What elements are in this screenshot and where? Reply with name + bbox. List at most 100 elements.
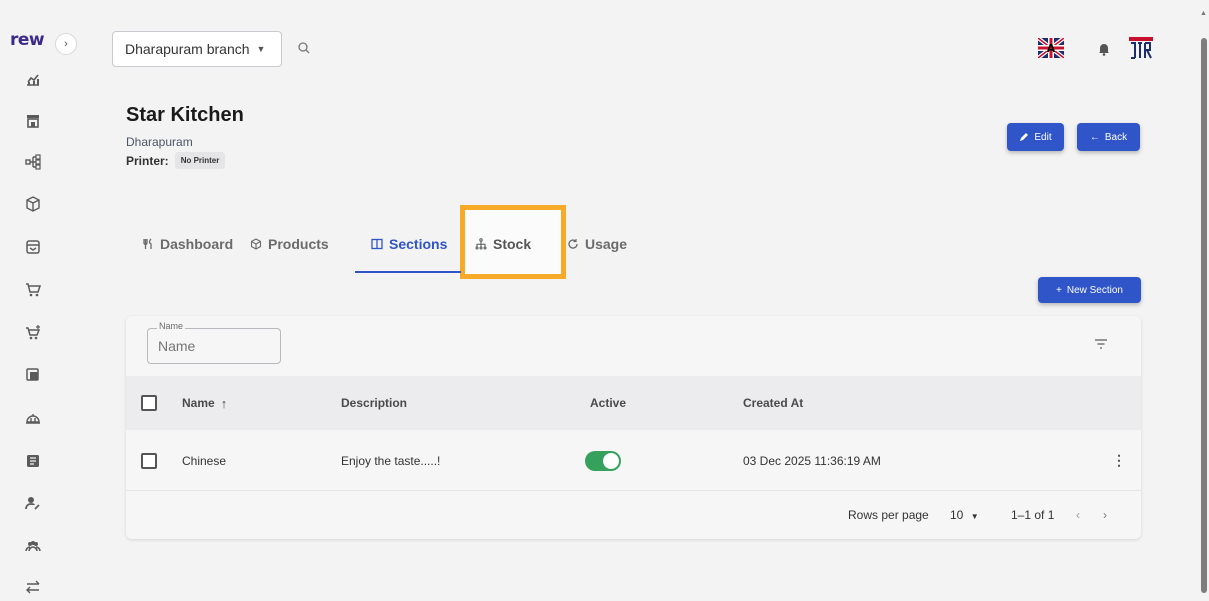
row-created-at: 03 Dec 2025 11:36:19 AM [743, 453, 881, 468]
select-all-cell [141, 376, 157, 430]
search-icon[interactable] [297, 41, 311, 55]
caret-down-icon: ▼ [256, 44, 266, 54]
sidebar-item-cart-add[interactable] [22, 322, 44, 344]
active-toggle[interactable] [585, 450, 621, 471]
archive-icon [26, 240, 40, 254]
branch-select[interactable]: Dharapuram branch ▼ [112, 31, 282, 67]
chart-icon [27, 74, 39, 86]
rows-per-page-select[interactable]: 10 ▼ [950, 508, 979, 522]
column-header-name[interactable]: Name ↑ [182, 376, 227, 430]
column-header-description[interactable]: Description [341, 376, 407, 430]
scroll-up-icon[interactable]: ▲ [1200, 10, 1207, 17]
sidebar: rew › [0, 0, 78, 601]
sidebar-expand-button[interactable]: › [55, 33, 77, 55]
sidebar-item-user-edit[interactable] [22, 492, 44, 514]
row-select-cell [141, 431, 157, 490]
row-name: Chinese [182, 453, 227, 468]
table-header: Name ↑ Description Active Created At [126, 376, 1141, 430]
sort-arrow-up-icon: ↑ [220, 395, 228, 411]
tab-usage-label: Usage [585, 236, 628, 252]
sidebar-item-analytics[interactable] [22, 68, 44, 90]
prev-page-icon[interactable]: ‹ [1076, 508, 1080, 522]
select-all-checkbox[interactable] [141, 395, 157, 411]
tab-stock[interactable]: Stock [475, 230, 531, 258]
document-icon [27, 455, 39, 467]
utensils-icon [143, 238, 152, 249]
sidebar-item-store[interactable] [22, 110, 44, 132]
sidebar-item-library[interactable] [22, 364, 44, 386]
arrow-left-icon: ← [1089, 131, 1100, 143]
more-vertical-icon[interactable]: ⋮ [1112, 452, 1126, 469]
pencil-icon [1020, 133, 1029, 141]
new-section-button[interactable]: + New Section [1038, 277, 1141, 303]
sidebar-item-reports[interactable] [22, 450, 44, 472]
bell-icon[interactable] [1097, 42, 1111, 56]
tab-dashboard-label: Dashboard [160, 236, 234, 252]
chevron-right-icon: › [64, 38, 68, 50]
page-range: 1–1 of 1 [1011, 508, 1055, 522]
plus-icon: + [1056, 284, 1062, 296]
sidebar-item-tree[interactable] [22, 151, 44, 173]
column-header-created-at[interactable]: Created At [743, 376, 803, 430]
scrollbar-thumb[interactable] [1201, 38, 1207, 593]
rows-per-page-label: Rows per page [848, 508, 929, 522]
name-filter-input[interactable] [147, 328, 281, 364]
row-actions-cell: ⋮ [1112, 431, 1126, 490]
hierarchy-icon [475, 238, 487, 250]
next-page-icon[interactable]: › [1103, 508, 1107, 522]
cart-icon [26, 283, 41, 297]
caret-down-icon: ▼ [970, 512, 979, 521]
tab-products[interactable]: Products [250, 230, 329, 258]
sidebar-item-inventory[interactable] [22, 236, 44, 258]
row-active-cell [585, 431, 621, 490]
tab-dashboard[interactable]: Dashboard [142, 230, 233, 258]
printer-label: Printer: [126, 153, 169, 168]
user-edit-icon [25, 497, 40, 510]
name-filter-label: Name [157, 321, 186, 331]
brand-logo-icon[interactable] [1128, 36, 1154, 60]
tab-products-label: Products [268, 236, 329, 252]
tab-sections-label: Sections [389, 236, 448, 252]
branch-select-value: Dharapuram branch [125, 41, 250, 57]
sidebar-item-cart[interactable] [22, 279, 44, 301]
columns-icon [371, 238, 383, 250]
tab-stock-label: Stock [493, 236, 532, 252]
box-icon [250, 238, 262, 250]
pagination: Rows per page 10 ▼ 1–1 of 1 ‹ › [126, 492, 1141, 538]
sidebar-item-products[interactable] [22, 193, 44, 215]
table-row[interactable]: Chinese Enjoy the taste.....! 03 Dec 202… [126, 431, 1141, 491]
cube-icon [26, 196, 40, 212]
edit-button-label: Edit [1034, 131, 1052, 143]
printer-info: Printer: No Printer [126, 152, 226, 169]
sidebar-item-transfer[interactable] [22, 576, 44, 598]
users-icon [25, 541, 41, 552]
sidebar-item-users[interactable] [22, 535, 44, 557]
tab-sections[interactable]: Sections [371, 230, 447, 258]
sections-card: Name Name ↑ Description Active Created A… [126, 316, 1141, 539]
cloche-icon [26, 414, 40, 424]
layers-icon [26, 368, 39, 381]
back-button-label: Back [1104, 131, 1128, 143]
column-name-label: Name [182, 396, 215, 410]
tab-usage[interactable]: Usage [567, 230, 627, 258]
sidebar-item-menu[interactable] [22, 407, 44, 429]
swap-icon [26, 580, 40, 594]
uk-flag-icon[interactable]: A [1038, 38, 1064, 58]
app-logo[interactable]: rew [10, 30, 45, 50]
page-title: Star Kitchen [126, 104, 244, 126]
column-header-active[interactable]: Active [590, 376, 626, 430]
store-icon [27, 115, 39, 128]
svg-text:A: A [1047, 42, 1056, 55]
filter-icon[interactable] [1094, 338, 1108, 350]
kitchen-location: Dharapuram [126, 135, 193, 149]
rows-per-page-value: 10 [950, 508, 964, 522]
edit-button[interactable]: Edit [1007, 123, 1064, 151]
tree-icon [25, 154, 41, 170]
printer-badge: No Printer [174, 152, 226, 169]
refresh-icon [568, 239, 578, 249]
row-checkbox[interactable] [141, 452, 157, 469]
back-button[interactable]: ← Back [1077, 123, 1140, 151]
cart-plus-icon [26, 325, 41, 340]
row-description: Enjoy the taste.....! [341, 453, 441, 468]
active-tab-indicator [355, 271, 461, 273]
